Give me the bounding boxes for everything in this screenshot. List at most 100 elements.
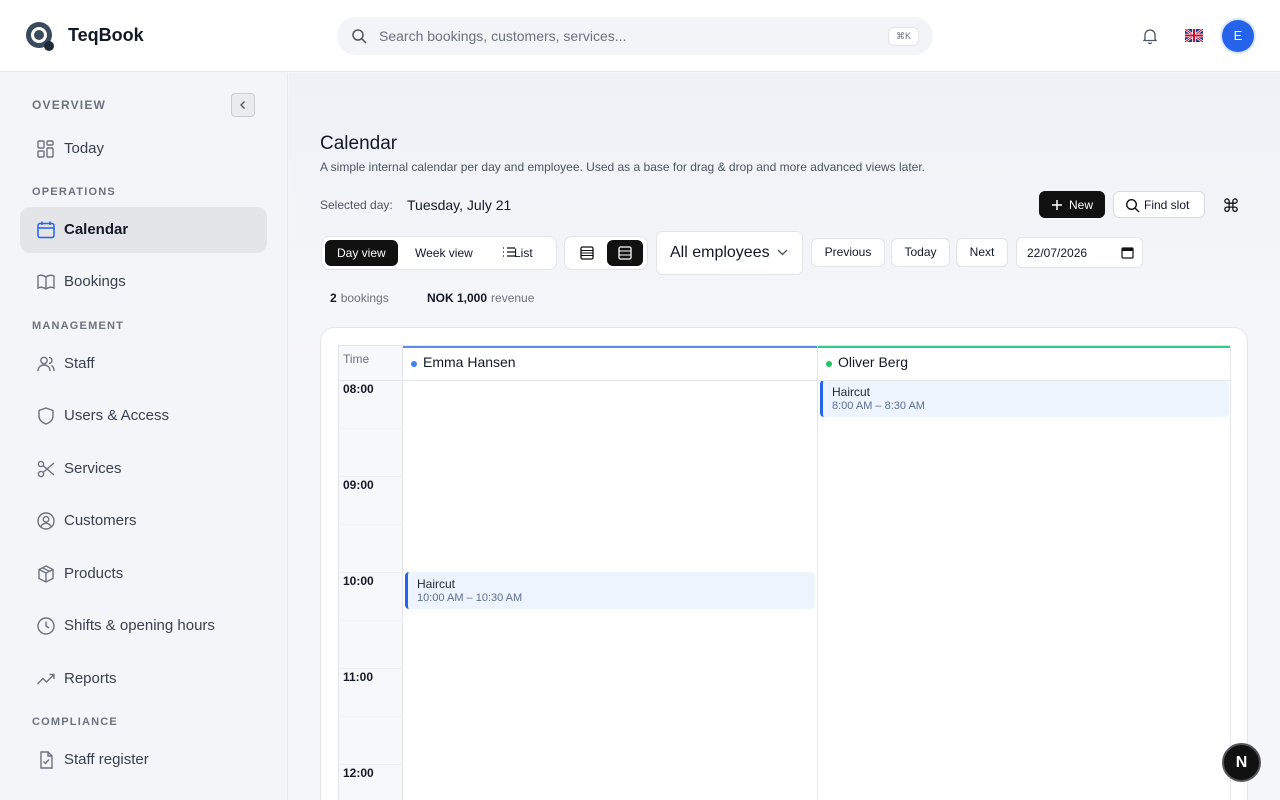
calendar-icon <box>37 221 55 239</box>
sidebar-item-bookings[interactable]: Bookings <box>20 259 267 305</box>
search-icon <box>352 29 367 44</box>
next-day-button[interactable]: Next <box>956 238 1008 267</box>
calendar-icon[interactable] <box>1121 246 1134 259</box>
booking-event[interactable]: Haircut 10:00 AM – 10:30 AM <box>405 572 815 609</box>
sidebar-item-today[interactable]: Today <box>20 126 267 172</box>
sidebar-item-label: Today <box>64 140 105 157</box>
bell-icon[interactable] <box>1141 27 1159 45</box>
shield-icon <box>38 407 54 425</box>
sidebar-item-label: Reports <box>64 670 117 687</box>
page-subtitle: A simple internal calendar per day and e… <box>320 160 926 174</box>
user-avatar[interactable]: E <box>1222 20 1254 52</box>
sidebar-item-users-access[interactable]: Users & Access <box>20 393 267 439</box>
find-slot-label: Find slot <box>1144 198 1190 212</box>
section-compliance: COMPLIANCE <box>32 716 118 728</box>
search-bar[interactable]: Search bookings, customers, services... … <box>337 17 933 55</box>
sidebar-item-label: Users & Access <box>64 407 170 424</box>
new-booking-button[interactable]: New <box>1039 191 1105 218</box>
plus-icon <box>1052 200 1062 210</box>
hour-line <box>339 572 403 573</box>
bookings-label: bookings <box>340 291 389 305</box>
layout-mode-switcher <box>564 236 648 270</box>
clock-icon <box>37 617 55 635</box>
revenue-stat: NOK 1,000 revenue <box>427 291 534 305</box>
tab-day-view[interactable]: Day view <box>325 240 398 266</box>
collapse-sidebar-button[interactable] <box>231 93 255 117</box>
compact-mode-button[interactable] <box>569 240 605 266</box>
employee-column[interactable]: Emma Hansen Haircut 10:00 AM – 10:30 AM <box>403 346 818 800</box>
scissors-icon <box>37 460 55 478</box>
hour-line <box>339 476 403 477</box>
trend-icon <box>37 673 55 685</box>
booking-event[interactable]: Haircut 8:00 AM – 8:30 AM <box>820 380 1229 417</box>
box-icon <box>38 565 54 583</box>
sidebar-item-products[interactable]: Products <box>20 551 267 597</box>
booking-title: Haircut <box>832 385 871 399</box>
search-shortcut-badge: ⌘K <box>887 27 919 46</box>
employee-color-bar <box>403 346 817 348</box>
view-switcher: Day view Week view List <box>321 236 557 270</box>
booking-time: 8:00 AM – 8:30 AM <box>832 400 925 412</box>
sidebar-item-staff-register[interactable]: Staff register <box>20 737 267 783</box>
search-icon <box>1125 198 1140 213</box>
employee-column[interactable]: Oliver Berg Haircut 8:00 AM – 8:30 AM <box>818 346 1230 800</box>
employee-filter-value: All employees <box>670 244 770 261</box>
today-button[interactable]: Today <box>891 238 950 267</box>
find-slot-button[interactable]: Find slot <box>1113 191 1205 218</box>
time-column: Time 08:00 09:00 10:00 11:00 12:00 <box>339 346 403 800</box>
date-picker-input[interactable]: 22/07/2026 <box>1016 237 1143 268</box>
sidebar-item-services[interactable]: Services <box>20 446 267 492</box>
sidebar: OVERVIEW Today OPERATIONS Calendar Booki… <box>0 73 288 800</box>
hour-line <box>339 668 403 669</box>
hour-label: 10:00 <box>343 574 374 588</box>
employee-color-dot <box>411 361 417 367</box>
hour-label: 09:00 <box>343 478 374 492</box>
new-button-label: New <box>1069 198 1094 212</box>
grid-icon <box>37 140 54 158</box>
rows-icon <box>580 246 594 260</box>
book-icon <box>37 274 55 290</box>
sidebar-item-reports[interactable]: Reports <box>20 656 267 702</box>
bookings-count: 2 <box>330 291 337 305</box>
expanded-mode-button[interactable] <box>607 240 643 266</box>
sidebar-item-staff[interactable]: Staff <box>20 341 267 387</box>
date-value: 22/07/2026 <box>1027 246 1088 260</box>
half-hour-line <box>339 620 403 621</box>
top-bar: TeqBook Search bookings, customers, serv… <box>0 0 1280 72</box>
half-hour-line <box>339 524 403 525</box>
clipboard-check-icon <box>40 751 53 769</box>
chevron-left-icon <box>240 101 245 109</box>
revenue-label: revenue <box>491 291 535 305</box>
tab-week-view[interactable]: Week view <box>403 240 485 266</box>
calendar-card: Time 08:00 09:00 10:00 11:00 12:00 Emma … <box>320 327 1248 800</box>
command-shortcut-icon[interactable]: ⌘ <box>1222 196 1240 217</box>
search-input[interactable]: Search bookings, customers, services... <box>379 28 626 44</box>
selected-day-label: Selected day: <box>320 198 393 212</box>
sidebar-item-label: Services <box>64 460 122 477</box>
hour-label: 08:00 <box>343 382 374 396</box>
section-management: MANAGEMENT <box>32 320 125 332</box>
revenue-value: NOK 1,000 <box>427 291 488 305</box>
time-header: Time <box>343 352 370 366</box>
employee-name: Oliver Berg <box>838 354 909 370</box>
section-operations: OPERATIONS <box>32 186 116 198</box>
sidebar-item-label: Shifts & opening hours <box>64 617 215 634</box>
half-hour-line <box>339 716 403 717</box>
sidebar-item-calendar[interactable]: Calendar <box>20 207 267 253</box>
chevron-down-icon <box>777 249 788 256</box>
employee-name: Emma Hansen <box>423 354 516 370</box>
uk-flag-icon[interactable] <box>1185 29 1203 42</box>
sidebar-item-label: Staff register <box>64 751 149 768</box>
dev-tools-button[interactable]: N <box>1222 743 1261 782</box>
rows-icon <box>618 246 632 260</box>
teqbook-logo-icon <box>26 22 54 51</box>
sidebar-item-shifts[interactable]: Shifts & opening hours <box>20 603 267 649</box>
previous-day-button[interactable]: Previous <box>811 238 885 267</box>
half-hour-line <box>339 428 403 429</box>
employee-filter-select[interactable]: All employees <box>656 231 803 275</box>
tab-list[interactable]: List <box>508 240 539 266</box>
sidebar-item-label: Calendar <box>64 221 129 238</box>
hour-label: 11:00 <box>343 670 374 684</box>
day-grid: Time 08:00 09:00 10:00 11:00 12:00 Emma … <box>338 345 1231 800</box>
sidebar-item-customers[interactable]: Customers <box>20 498 267 544</box>
